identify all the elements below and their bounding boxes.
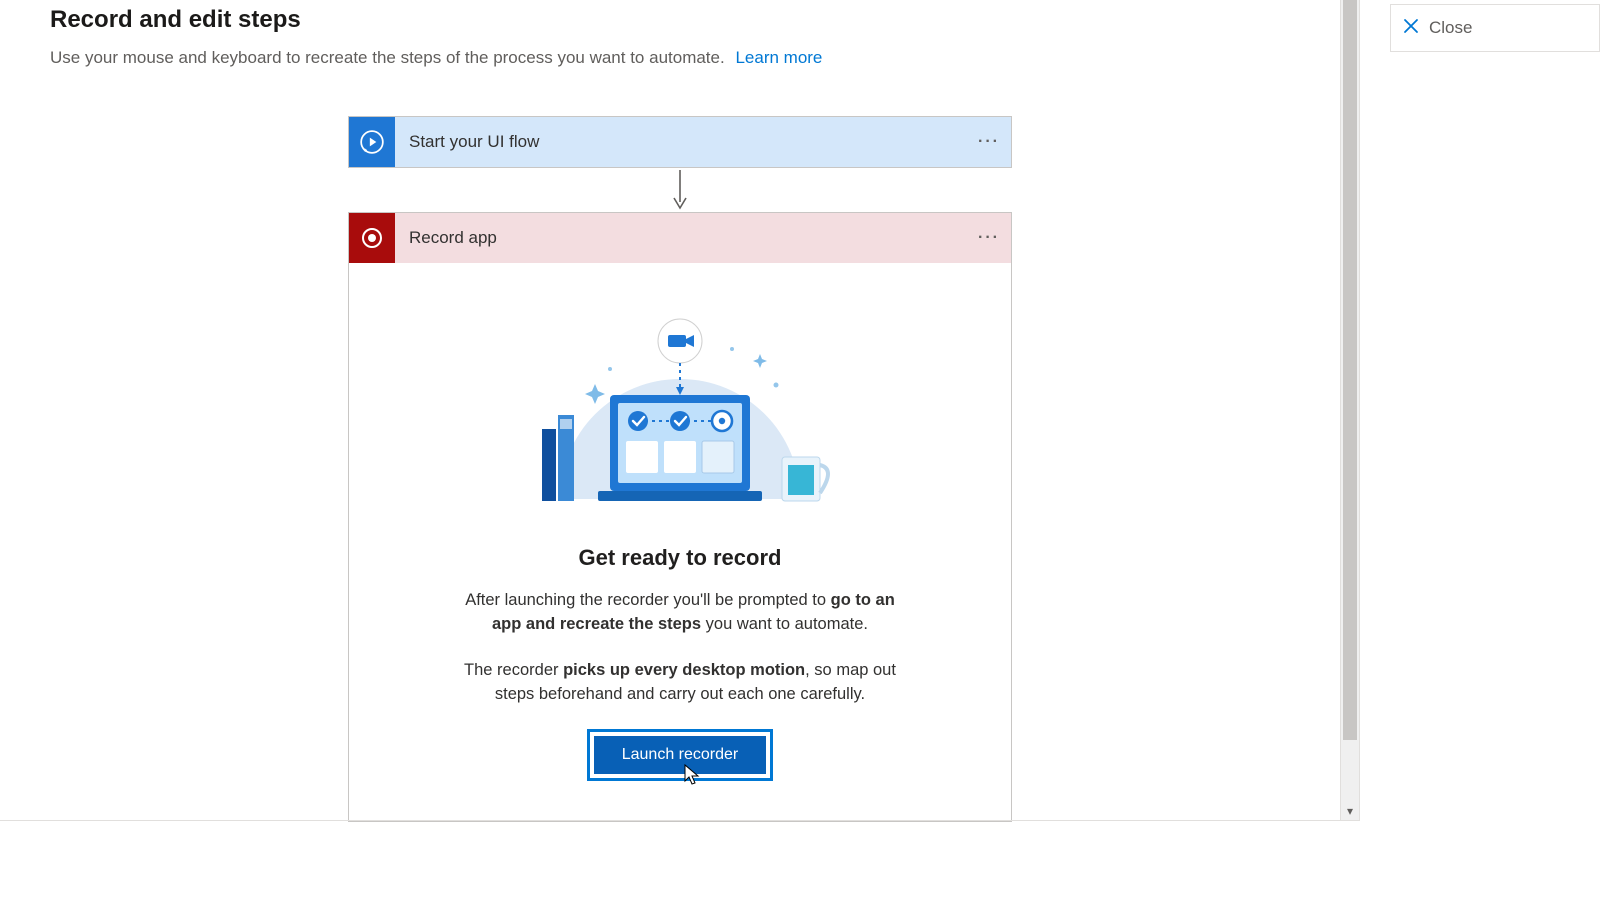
page-subtitle: Use your mouse and keyboard to recreate … <box>50 48 1310 68</box>
record-body-title: Get ready to record <box>389 545 971 571</box>
close-button[interactable]: Close <box>1390 4 1600 52</box>
scroll-down-arrow-icon[interactable]: ▾ <box>1341 804 1359 818</box>
start-ui-flow-card[interactable]: Start your UI flow ··· <box>348 116 1012 168</box>
record-body-p1: After launching the recorder you'll be p… <box>450 589 910 637</box>
vertical-scrollbar[interactable]: ▾ <box>1340 0 1360 820</box>
scrollbar-thumb[interactable] <box>1343 0 1357 740</box>
subtitle-text: Use your mouse and keyboard to recreate … <box>50 48 725 67</box>
learn-more-link[interactable]: Learn more <box>735 48 822 67</box>
record-card-title: Record app <box>395 228 967 248</box>
launch-recorder-focus-ring: Launch recorder <box>587 729 774 781</box>
record-card-more-icon[interactable]: ··· <box>967 229 1011 247</box>
close-icon <box>1403 18 1419 39</box>
play-circle-icon <box>349 117 395 167</box>
page-title: Record and edit steps <box>50 6 1310 34</box>
record-card-header[interactable]: Record app ··· <box>349 213 1011 263</box>
close-label: Close <box>1429 18 1472 38</box>
record-app-card: Record app ··· <box>348 212 1012 822</box>
recorder-illustration <box>389 299 971 519</box>
record-body-p2: The recorder picks up every desktop moti… <box>450 659 910 707</box>
record-circle-icon <box>349 213 395 263</box>
page-divider <box>0 820 1360 821</box>
launch-recorder-button[interactable]: Launch recorder <box>594 736 767 774</box>
start-card-more-icon[interactable]: ··· <box>967 133 1011 151</box>
flow-arrow-icon <box>668 168 692 212</box>
start-card-title: Start your UI flow <box>395 132 967 152</box>
